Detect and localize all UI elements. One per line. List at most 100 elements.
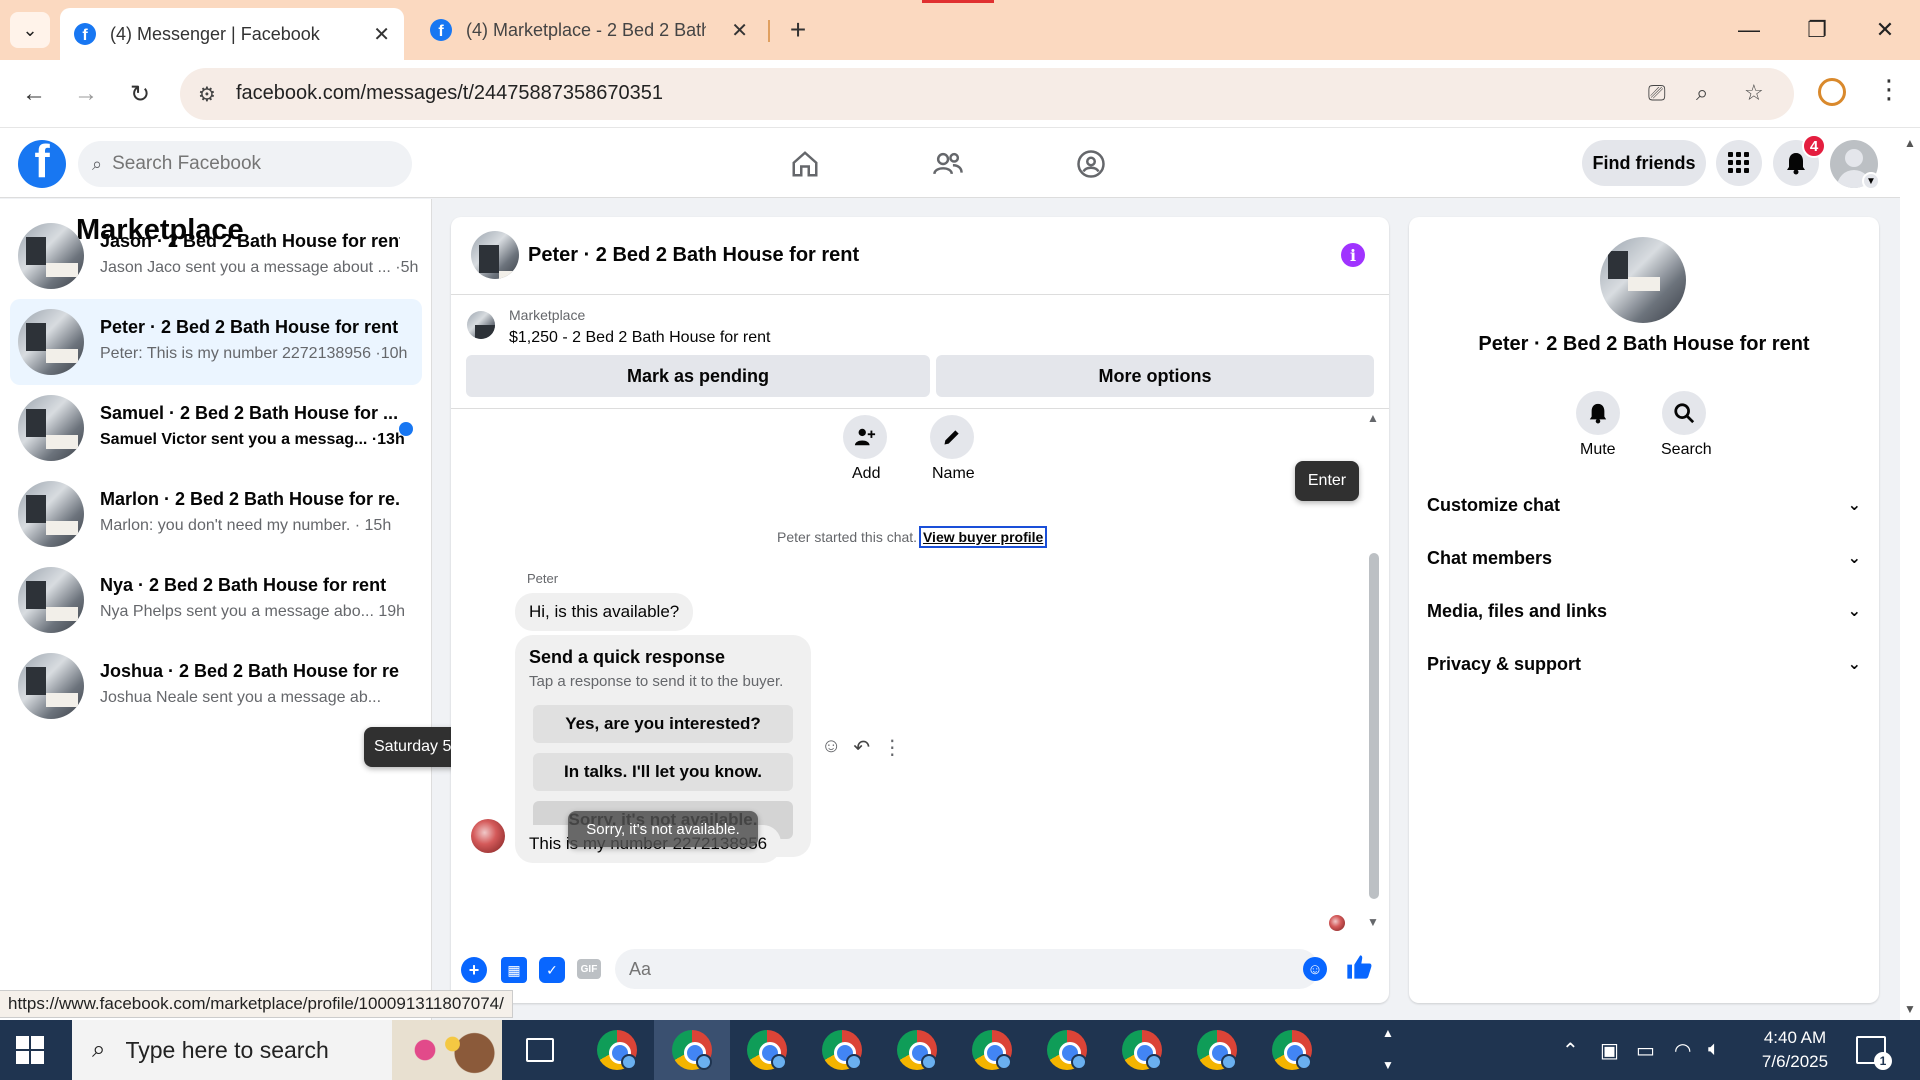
mute-label: Mute <box>1580 441 1616 458</box>
scrollbar-thumb[interactable] <box>1369 553 1379 899</box>
site-settings-icon[interactable]: ⚙ <box>198 82 216 107</box>
chrome-app-icon[interactable] <box>672 1030 712 1070</box>
friends-icon[interactable] <box>926 142 970 186</box>
chat-item-peter[interactable]: Peter · 2 Bed 2 Bath House for rent Pete… <box>10 299 422 385</box>
browser-menu-icon[interactable]: ⋮ <box>1876 74 1902 105</box>
find-friends-button[interactable]: Find friends <box>1582 140 1706 186</box>
react-smiley-icon[interactable]: ☺ <box>821 735 841 760</box>
chrome-app-icon[interactable] <box>1047 1030 1087 1070</box>
details-title: Peter · 2 Bed 2 Bath House for rent <box>1478 333 1810 355</box>
chrome-app-icon[interactable] <box>1122 1030 1162 1070</box>
section-customize-chat[interactable]: Customize chat ⌄ <box>1427 483 1861 527</box>
reload-button[interactable]: ↻ <box>122 76 158 112</box>
tab-search-button[interactable]: ⌄ <box>10 12 50 48</box>
section-privacy-support[interactable]: Privacy & support ⌄ <box>1427 642 1861 686</box>
facebook-search[interactable]: ⌕ <box>78 141 412 187</box>
chevron-up-icon[interactable]: ▲ <box>1382 1026 1394 1040</box>
battery-icon[interactable]: ▭ <box>1636 1038 1655 1063</box>
thread-scrollbar[interactable]: ▲ ▼ <box>1365 409 1381 935</box>
listing-thumbnail <box>18 567 84 633</box>
mark-as-pending-button[interactable]: Mark as pending <box>466 355 930 397</box>
close-tab-icon[interactable]: ✕ <box>731 18 748 43</box>
restore-button[interactable]: ❐ <box>1792 10 1842 50</box>
close-window-button[interactable]: ✕ <box>1860 10 1910 50</box>
tab-marketplace[interactable]: f (4) Marketplace - 2 Bed 2 Bath H ✕ <box>416 8 762 52</box>
close-tab-icon[interactable]: ✕ <box>373 22 390 47</box>
mute-bell-icon[interactable] <box>1576 391 1620 435</box>
chrome-app-icon[interactable] <box>747 1030 787 1070</box>
forward-button[interactable]: → <box>68 76 104 112</box>
sender-avatar[interactable] <box>471 819 505 853</box>
taskbar-scroll[interactable]: ▲ ▼ <box>1378 1020 1398 1080</box>
show-hidden-icons-icon[interactable]: ⌃ <box>1562 1038 1579 1063</box>
message-input[interactable] <box>615 949 1319 989</box>
home-icon[interactable] <box>783 142 827 186</box>
chat-item-jason[interactable]: Jason · 2 Bed 2 Bath House for rent Jaso… <box>10 213 422 299</box>
scroll-down-icon[interactable]: ▼ <box>1367 915 1379 929</box>
install-app-icon[interactable]: ⎚ <box>1648 80 1666 106</box>
chat-item-marlon[interactable]: Marlon · 2 Bed 2 Bath House for re... Ma… <box>10 471 422 557</box>
info-icon[interactable]: i <box>1341 243 1365 267</box>
omnibox[interactable]: ⚙ facebook.com/messages/t/24475887358670… <box>180 68 1794 120</box>
listing-thumbnail[interactable] <box>467 311 495 339</box>
taskbar-clock[interactable]: 4:40 AM 7/6/2025 <box>1750 1026 1840 1074</box>
zoom-icon[interactable]: ⌕ <box>1696 80 1708 106</box>
chrome-app-icon[interactable] <box>897 1030 937 1070</box>
scroll-up-icon[interactable]: ▲ <box>1904 136 1916 150</box>
chrome-app-icon[interactable] <box>972 1030 1012 1070</box>
action-center-icon[interactable]: 1 <box>1856 1036 1892 1070</box>
quick-response-button[interactable]: In talks. I'll let you know. <box>533 753 793 791</box>
chrome-app-icon[interactable] <box>597 1030 637 1070</box>
edit-name-icon[interactable] <box>930 415 974 459</box>
chat-item-nya[interactable]: Nya · 2 Bed 2 Bath House for rent Nya Ph… <box>10 557 422 643</box>
search-icon[interactable] <box>1662 391 1706 435</box>
chat-item-samuel[interactable]: Samuel · 2 Bed 2 Bath House for ... Samu… <box>10 385 422 471</box>
chrome-app-icon[interactable] <box>1197 1030 1237 1070</box>
sticker-icon[interactable]: ✓ <box>539 957 565 983</box>
windows-start-icon[interactable] <box>16 1036 44 1064</box>
section-media-files-links[interactable]: Media, files and links ⌄ <box>1427 589 1861 633</box>
photo-icon[interactable]: ▦ <box>501 957 527 983</box>
more-actions-icon[interactable]: ⋮ <box>882 735 902 760</box>
bookmark-star-icon[interactable]: ☆ <box>1744 80 1764 106</box>
view-buyer-profile-link[interactable]: View buyer profile <box>918 526 1048 548</box>
thumbs-up-icon[interactable] <box>1345 953 1373 988</box>
wifi-icon[interactable]: ◠ <box>1674 1038 1691 1063</box>
chevron-down-icon[interactable]: ▼ <box>1862 172 1880 190</box>
new-tab-button[interactable]: + <box>780 12 816 48</box>
page-scrollbar[interactable]: ▲ ▼ <box>1900 128 1920 1020</box>
tab-messenger[interactable]: f (4) Messenger | Facebook ✕ <box>60 8 404 60</box>
taskbar-search[interactable]: ⌕ Type here to search <box>72 1020 502 1080</box>
facebook-logo-icon[interactable]: f <box>18 140 66 188</box>
chrome-app-icon[interactable] <box>1272 1030 1312 1070</box>
reply-arrow-icon[interactable]: ↶ <box>853 735 870 760</box>
add-person-icon[interactable] <box>843 415 887 459</box>
listing-thumbnail[interactable] <box>471 231 519 279</box>
back-button[interactable]: ← <box>16 76 52 112</box>
menu-grid-icon[interactable] <box>1716 140 1762 186</box>
minimize-button[interactable]: — <box>1724 10 1774 50</box>
chrome-app-icon[interactable] <box>822 1030 862 1070</box>
scroll-up-icon[interactable]: ▲ <box>1367 411 1379 425</box>
more-options-button[interactable]: More options <box>936 355 1374 397</box>
groups-icon[interactable] <box>1069 142 1113 186</box>
scroll-down-icon[interactable]: ▼ <box>1904 1002 1916 1016</box>
message-bubble[interactable]: Hi, is this available? <box>515 593 694 631</box>
notification-count-badge: 4 <box>1802 134 1826 158</box>
volume-icon[interactable]: 🔈︎ <box>1708 1038 1720 1061</box>
quick-response-button[interactable]: Yes, are you interested? <box>533 705 793 743</box>
conversation-header: Peter · 2 Bed 2 Bath House for rent i <box>451 217 1389 295</box>
section-chat-members[interactable]: Chat members ⌄ <box>1427 536 1861 580</box>
task-view-icon[interactable] <box>526 1038 554 1062</box>
chevron-down-icon[interactable]: ▼ <box>1382 1058 1394 1072</box>
gif-icon[interactable]: GIF <box>577 959 601 979</box>
conversation-title[interactable]: Peter · 2 Bed 2 Bath House for rent <box>528 244 859 267</box>
listing-price[interactable]: $1,250 - 2 Bed 2 Bath House for rent <box>509 329 771 347</box>
plus-circle-icon[interactable]: + <box>461 957 487 983</box>
chat-item-joshua[interactable]: Joshua · 2 Bed 2 Bath House for rent Jos… <box>10 643 422 729</box>
meet-now-icon[interactable]: ▣ <box>1600 1038 1619 1063</box>
facebook-search-input[interactable] <box>112 153 373 175</box>
emoji-icon[interactable]: ☺ <box>1303 957 1327 981</box>
browser-profile-icon[interactable] <box>1818 78 1846 106</box>
url-text[interactable]: facebook.com/messages/t/2447588735867035… <box>236 82 663 105</box>
